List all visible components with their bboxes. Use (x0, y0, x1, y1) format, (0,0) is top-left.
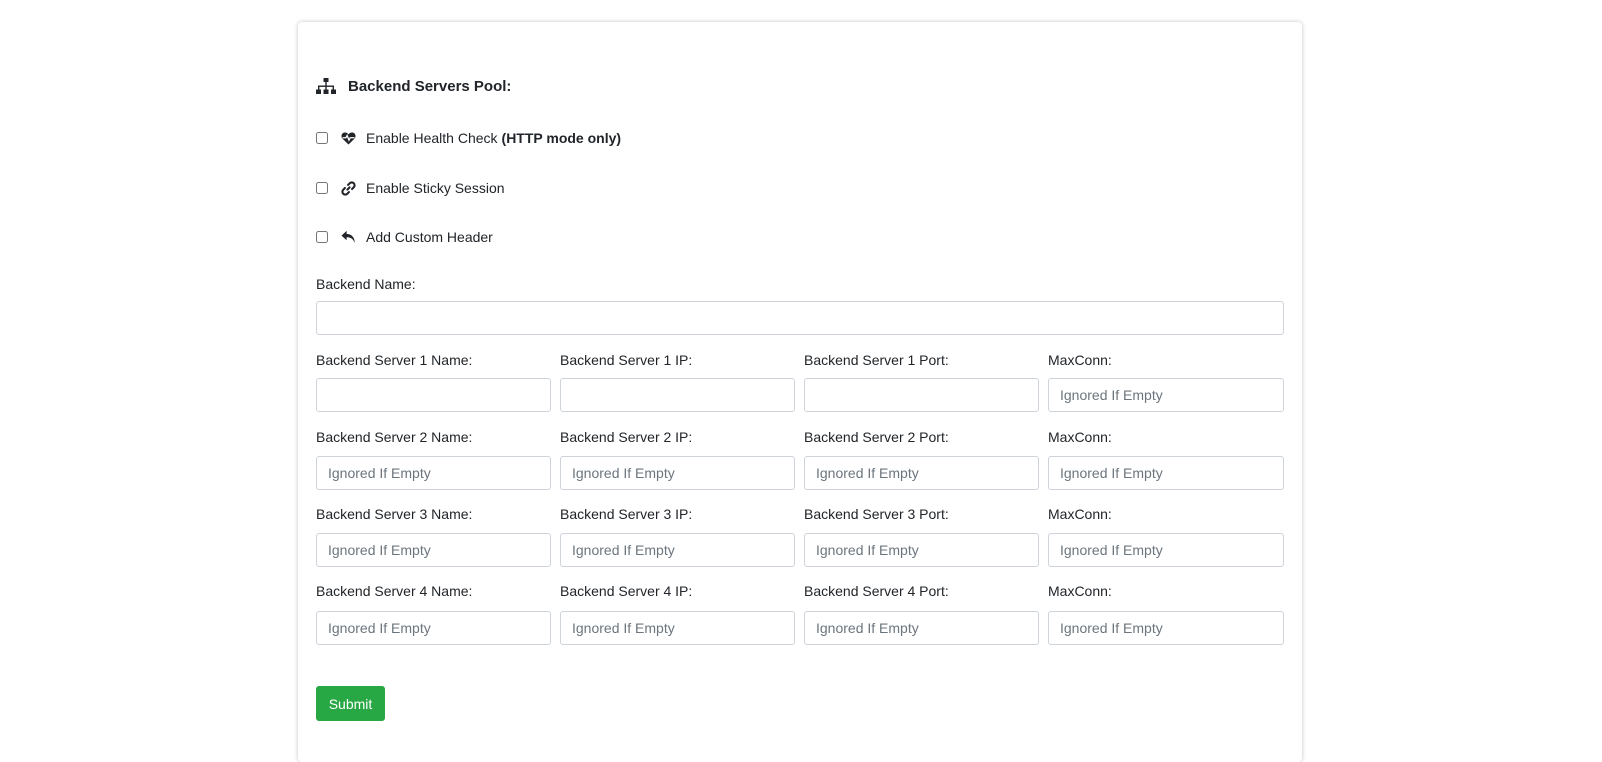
server-2-ip-label: Backend Server 2 IP: (560, 429, 693, 445)
sitemap-icon (316, 78, 336, 95)
section-title: Backend Servers Pool: (316, 78, 511, 95)
server-4-name-input[interactable] (316, 611, 551, 645)
server-2-maxconn-label: MaxConn: (1048, 429, 1112, 445)
server-2-name-input[interactable] (316, 456, 551, 490)
server-3-port-input[interactable] (804, 533, 1039, 567)
server-4-ip-label: Backend Server 4 IP: (560, 583, 693, 599)
server-1-maxconn-label: MaxConn: (1048, 352, 1112, 368)
server-3-name-label: Backend Server 3 Name: (316, 506, 473, 522)
server-3-name-input[interactable] (316, 533, 551, 567)
server-2-ip-input[interactable] (560, 456, 795, 490)
server-2-port-input[interactable] (804, 456, 1039, 490)
server-2-maxconn-input[interactable] (1048, 456, 1284, 490)
section-title-text: Backend Servers Pool: (348, 78, 512, 95)
health-check-note: (HTTP mode only) (501, 130, 622, 146)
server-4-name-label: Backend Server 4 Name: (316, 583, 473, 599)
server-4-port-input[interactable] (804, 611, 1039, 645)
submit-button[interactable]: Submit (316, 686, 385, 721)
server-4-maxconn-input[interactable] (1048, 611, 1284, 645)
server-4-maxconn-label: MaxConn: (1048, 583, 1112, 599)
server-2-port-label: Backend Server 2 Port: (804, 429, 949, 445)
backend-name-input[interactable] (316, 301, 1284, 335)
server-1-maxconn-input[interactable] (1048, 378, 1284, 412)
link-icon (340, 180, 356, 196)
health-check-label: Enable Health Check (366, 130, 498, 146)
custom-header-label: Add Custom Header (366, 229, 493, 245)
sticky-session-label: Enable Sticky Session (366, 180, 505, 196)
server-2-name-label: Backend Server 2 Name: (316, 429, 473, 445)
option-custom-header: Add Custom Header (316, 229, 493, 245)
custom-header-checkbox[interactable] (316, 231, 328, 243)
server-3-port-label: Backend Server 3 Port: (804, 506, 949, 522)
health-check-checkbox[interactable] (316, 132, 328, 144)
server-1-port-input[interactable] (804, 378, 1039, 412)
server-1-ip-input[interactable] (560, 378, 795, 412)
server-1-name-input[interactable] (316, 378, 551, 412)
heartbeat-icon (340, 131, 356, 145)
server-3-ip-label: Backend Server 3 IP: (560, 506, 693, 522)
backend-pool-card: Backend Servers Pool: Enable Health Chec… (298, 22, 1302, 762)
sticky-session-checkbox[interactable] (316, 182, 328, 194)
server-1-name-label: Backend Server 1 Name: (316, 352, 473, 368)
backend-name-label: Backend Name: (316, 276, 416, 292)
server-3-maxconn-input[interactable] (1048, 533, 1284, 567)
server-1-port-label: Backend Server 1 Port: (804, 352, 949, 368)
server-3-maxconn-label: MaxConn: (1048, 506, 1112, 522)
server-1-ip-label: Backend Server 1 IP: (560, 352, 693, 368)
reply-icon (340, 230, 356, 244)
option-sticky-session: Enable Sticky Session (316, 180, 505, 196)
option-health-check: Enable Health Check (HTTP mode only) (316, 130, 621, 146)
server-3-ip-input[interactable] (560, 533, 795, 567)
server-4-port-label: Backend Server 4 Port: (804, 583, 949, 599)
server-4-ip-input[interactable] (560, 611, 795, 645)
